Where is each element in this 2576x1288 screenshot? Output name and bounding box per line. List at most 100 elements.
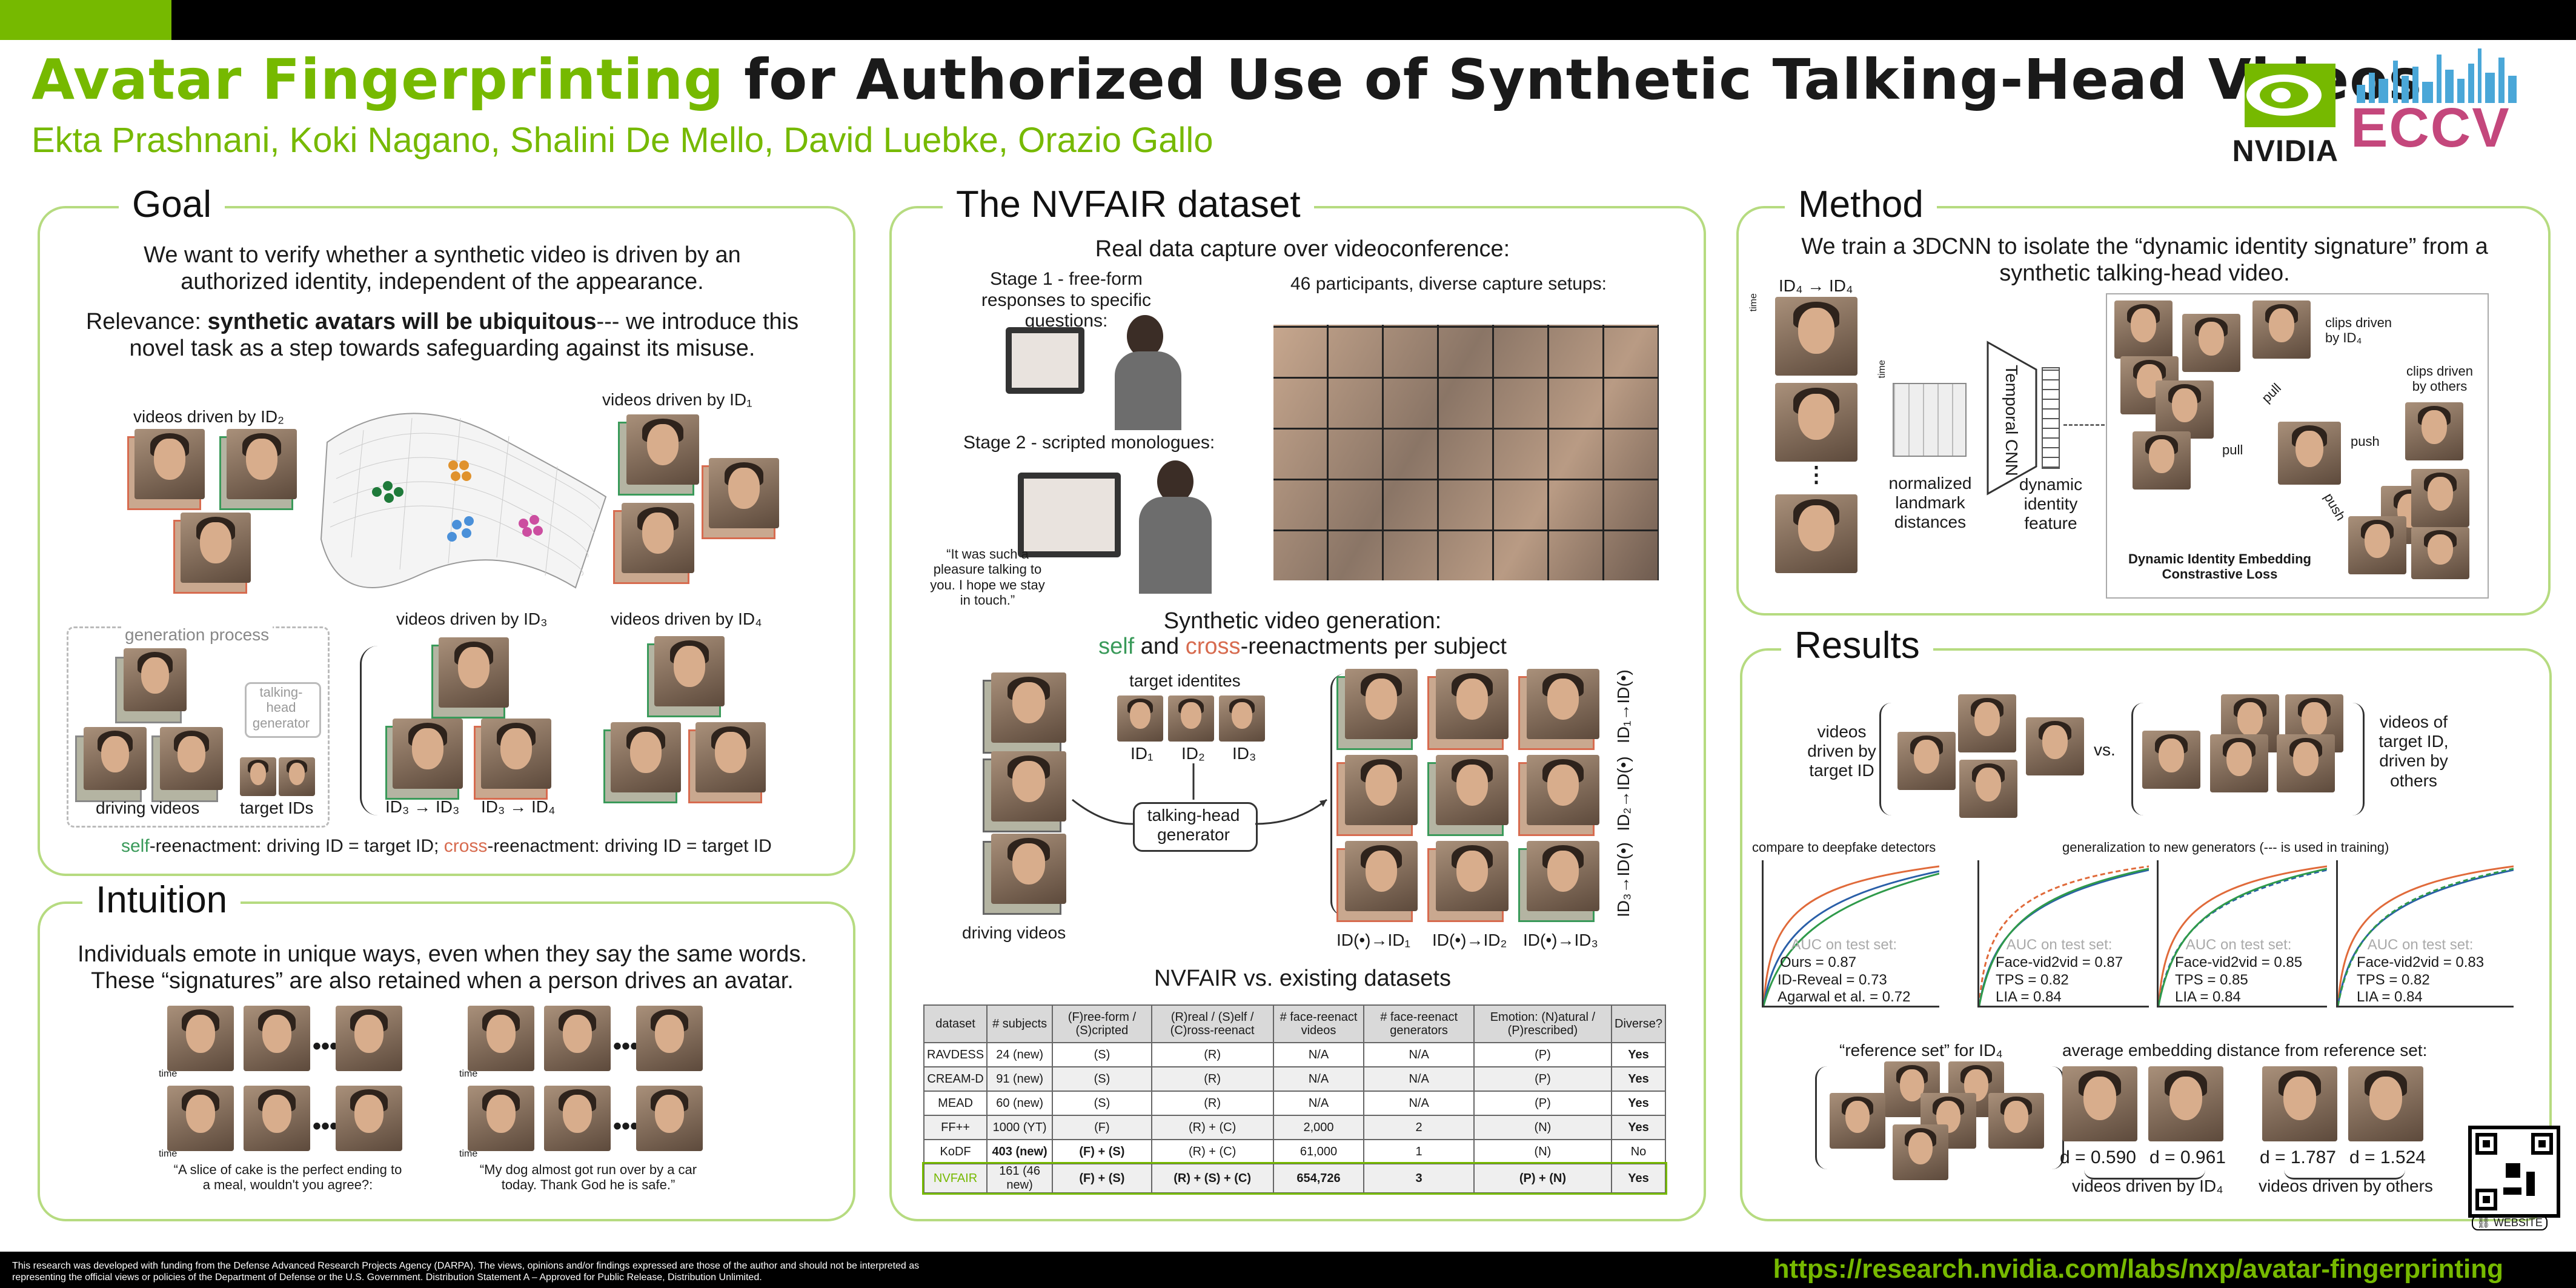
intuition-row-2a: ••• xyxy=(468,1006,716,1071)
table-row: FF++ 1000 (YT) (F) (R) + (C) 2,000 2 (N) Yes xyxy=(923,1115,1666,1140)
synth-title: Synthetic video generation: xyxy=(1163,608,1442,634)
table-cell: (P) xyxy=(1473,1042,1613,1067)
table-cell: (P) + (N) xyxy=(1473,1163,1613,1193)
method-title: Method xyxy=(1785,183,1937,226)
col-label-2: ID(•)→ID₂ xyxy=(1432,931,1507,949)
ref-set-label: “reference set” for ID₄ xyxy=(1839,1041,2003,1060)
top-bar xyxy=(0,0,2576,40)
dist-face-3 xyxy=(2262,1066,2337,1141)
synth-driving-label: driving videos xyxy=(962,923,1066,942)
table-header: Emotion: (N)atural / (P)rescribed) xyxy=(1473,1004,1613,1043)
goal-title: Goal xyxy=(119,183,225,226)
legend-4: AUC on test set: Face-vid2vid = 0.83 TPS… xyxy=(2357,937,2484,1006)
legend-item: ID-Reveal = 0.73 xyxy=(1778,971,1887,988)
id33-face-b xyxy=(385,719,464,800)
distance-1: d = 0.590 xyxy=(2060,1147,2136,1167)
distance-4: d = 1.524 xyxy=(2349,1147,2426,1167)
website-link[interactable]: ⛓ WEBSITE xyxy=(2472,1215,2548,1230)
id34-face xyxy=(474,719,553,800)
table-cell: 161 (46 new) xyxy=(986,1163,1054,1193)
id4-face-a xyxy=(647,636,726,717)
legend-item: TPS = 0.85 xyxy=(2175,971,2248,988)
target-id1-face xyxy=(1117,695,1163,742)
relevance-prefix: Relevance: xyxy=(85,309,208,334)
ref-brace-open xyxy=(1815,1066,1829,1169)
nvidia-eye-icon xyxy=(2245,64,2335,127)
target-face-b xyxy=(279,757,315,796)
footnote: This research was developed with funding… xyxy=(12,1261,920,1283)
target-label: target IDs xyxy=(240,798,314,817)
legend-item: Ours = 0.87 xyxy=(1780,954,1857,971)
row-label-2: ID₂→ID(•) xyxy=(1613,756,1633,831)
intuition-title: Intuition xyxy=(82,878,241,921)
driven-others-label: videos driven by others xyxy=(2259,1177,2433,1195)
distance-3: d = 1.787 xyxy=(2260,1147,2336,1167)
feature-label: dynamic identity feature xyxy=(2019,475,2083,533)
ellipsis: ••• xyxy=(313,1033,339,1060)
driving-face-a xyxy=(75,727,148,802)
goal-text: We want to verify whether a synthetic vi… xyxy=(144,242,741,294)
id2-videos xyxy=(127,429,206,510)
synth-subtitle: self and cross-reenactments per subject xyxy=(969,634,1636,660)
stage2-illustration xyxy=(1018,460,1224,600)
eccv-logo: ECCV xyxy=(2351,48,2520,158)
qr-code[interactable] xyxy=(2468,1126,2560,1218)
row-label-3: ID₃→ID(•) xyxy=(1613,842,1633,918)
method-clip-column: ⋮ xyxy=(1775,297,1860,582)
col-label-3: ID(•)→ID₃ xyxy=(1523,931,1598,949)
table-cell: RAVDESS xyxy=(923,1042,988,1067)
label-id2: videos driven by ID₂ xyxy=(133,407,284,426)
label-id3: videos driven by ID₃ xyxy=(396,609,548,628)
table-header: (F)ree-form / (S)cripted xyxy=(1052,1004,1152,1043)
synth-rest: -reenactments per subject xyxy=(1240,634,1507,659)
output-grid xyxy=(1336,669,1603,923)
table-row: CREAM-D 91 (new) (S) (R) N/A N/A (P) Yes xyxy=(923,1066,1666,1092)
table-cell: (R) + (C) xyxy=(1150,1115,1274,1140)
ellipsis: ••• xyxy=(313,1113,339,1140)
target-ids-label: target identites xyxy=(1129,671,1241,690)
auc-title: AUC on test set: xyxy=(2185,937,2292,953)
real-capture: Real data capture over videoconference: xyxy=(1095,236,1510,262)
driven-id4-label: videos driven by ID₄ xyxy=(2072,1177,2223,1195)
top-bar-accent xyxy=(0,0,171,40)
table-cell: N/A xyxy=(1363,1042,1475,1067)
label-id4: videos driven by ID₄ xyxy=(611,609,762,628)
project-url[interactable]: https://research.nvidia.com/labs/nxp/ava… xyxy=(1773,1254,2503,1284)
cluster-pink xyxy=(519,519,528,528)
intuition-row-1b: ••• xyxy=(167,1086,416,1151)
table-cell: (F) xyxy=(1052,1115,1152,1140)
link-icon: ⛓ xyxy=(2477,1217,2491,1229)
col-label-1: ID(•)→ID₁ xyxy=(1336,931,1410,949)
table-cell: 91 (new) xyxy=(986,1066,1054,1092)
legend-1: AUC on test set: Ours = 0.87 ID-Reveal =… xyxy=(1778,937,1910,1006)
table-cell: 3 xyxy=(1363,1163,1475,1193)
nvidia-logo: NVIDIA xyxy=(2211,64,2339,168)
nvidia-wordmark: NVIDIA xyxy=(2232,134,2339,168)
caption-end: -reenactment: driving ID = target ID xyxy=(487,836,772,856)
relevance-bold: synthetic avatars will be ubiquitous xyxy=(207,309,597,334)
id34-label: ID₃ → ID₄ xyxy=(481,797,556,816)
table-cell: (R) + (C) xyxy=(1150,1139,1274,1164)
eccv-wordmark: ECCV xyxy=(2351,97,2511,159)
target-id3-face xyxy=(1219,695,1265,742)
stage1-illustration xyxy=(1006,315,1200,430)
driving-face-b xyxy=(151,727,224,802)
table-cell: Yes xyxy=(1611,1042,1666,1067)
legend-item: LIA = 0.84 xyxy=(1996,989,2062,1006)
ellipsis: ••• xyxy=(613,1033,639,1060)
loss-label: Dynamic Identity Embedding Constrastive … xyxy=(2128,551,2311,582)
synth-and: and xyxy=(1134,634,1186,659)
legend-item: LIA = 0.84 xyxy=(2357,989,2423,1006)
time-label-2: time xyxy=(159,1149,178,1159)
dist-face-4 xyxy=(2348,1066,2423,1141)
table-cell: (R) xyxy=(1150,1042,1274,1067)
legend-2: AUC on test set: Face-vid2vid = 0.87 TPS… xyxy=(1996,937,2123,1006)
method-time-mid: time xyxy=(1876,360,1887,379)
table-cell: 1000 (YT) xyxy=(986,1115,1054,1140)
drive-face-2 xyxy=(983,751,1067,832)
table-cell: CREAM-D xyxy=(923,1066,988,1092)
table-cell: 654,726 xyxy=(1272,1163,1365,1193)
table-cell: 1 xyxy=(1363,1139,1475,1164)
target-face-a xyxy=(240,757,276,796)
table-cell: N/A xyxy=(1363,1090,1475,1116)
